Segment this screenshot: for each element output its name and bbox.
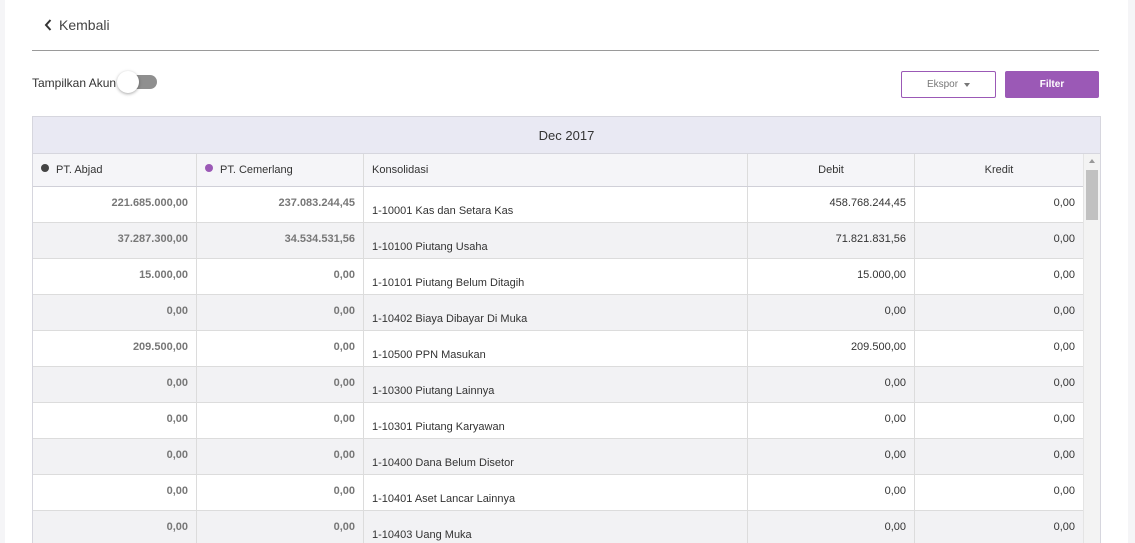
header-account: Konsolidasi bbox=[364, 154, 748, 186]
table-row: 221.685.000,00 237.083.244,45 1-10001 Ka… bbox=[33, 187, 1083, 223]
back-label: Kembali bbox=[59, 17, 110, 33]
cell-debit: 0,00 bbox=[748, 475, 915, 510]
cell-credit: 0,00 bbox=[1053, 485, 1075, 497]
cell-debit: 0,00 bbox=[748, 295, 915, 330]
cell-debit: 0,00 bbox=[748, 403, 915, 438]
export-button[interactable]: Ekspor bbox=[901, 71, 996, 98]
cell-account: 1-10403 Uang Muka bbox=[364, 511, 748, 543]
filter-label: Filter bbox=[1039, 79, 1065, 90]
filter-button[interactable]: Filter bbox=[1005, 71, 1099, 98]
back-link[interactable]: Kembali bbox=[41, 15, 110, 35]
cell-entity-2: 0,00 bbox=[197, 511, 364, 543]
cell-credit: 0,00 bbox=[1053, 341, 1075, 353]
cell-entity-1: 15.000,00 bbox=[33, 259, 197, 294]
header-credit: Kredit bbox=[984, 164, 1014, 176]
cell-credit: 0,00 bbox=[1053, 413, 1075, 425]
cell-debit: 0,00 bbox=[748, 367, 915, 402]
cell-credit: 0,00 bbox=[1053, 233, 1075, 245]
cell-entity-1: 0,00 bbox=[33, 403, 197, 438]
cell-entity-2: 237.083.244,45 bbox=[197, 187, 364, 222]
header-entity-1: PT. Abjad bbox=[33, 154, 197, 186]
entity-2-dot bbox=[205, 164, 213, 172]
cell-entity-1: 209.500,00 bbox=[33, 331, 197, 366]
caret-down-icon bbox=[964, 82, 971, 87]
period-header: Dec 2017 bbox=[33, 117, 1100, 154]
cell-credit: 0,00 bbox=[1053, 449, 1075, 461]
cell-credit: 0,00 bbox=[1053, 521, 1075, 533]
toggle-knob bbox=[117, 71, 139, 93]
cell-entity-2: 0,00 bbox=[197, 475, 364, 510]
export-label: Ekspor bbox=[926, 79, 959, 90]
cell-debit: 71.821.831,56 bbox=[748, 223, 915, 258]
cell-entity-1: 0,00 bbox=[33, 439, 197, 474]
cell-entity-1: 0,00 bbox=[33, 367, 197, 402]
cell-entity-1: 0,00 bbox=[33, 475, 197, 510]
cell-entity-2: 0,00 bbox=[197, 403, 364, 438]
cell-entity-1: 0,00 bbox=[33, 511, 197, 543]
cell-entity-2: 0,00 bbox=[197, 367, 364, 402]
cell-entity-2: 0,00 bbox=[197, 295, 364, 330]
chevron-left-icon bbox=[41, 15, 55, 35]
table-row: 0,00 0,00 1-10300 Piutang Lainnya 0,00 0… bbox=[33, 367, 1083, 403]
scrollbar-thumb[interactable] bbox=[1086, 170, 1098, 220]
cell-entity-2: 34.534.531,56 bbox=[197, 223, 364, 258]
cell-account: 1-10400 Dana Belum Disetor bbox=[364, 439, 748, 474]
cell-debit: 0,00 bbox=[748, 439, 915, 474]
header-entity-2: PT. Cemerlang bbox=[197, 154, 364, 186]
cell-credit: 0,00 bbox=[1053, 377, 1075, 389]
table-row: 15.000,00 0,00 1-10101 Piutang Belum Dit… bbox=[33, 259, 1083, 295]
table-row: 0,00 0,00 1-10401 Aset Lancar Lainnya 0,… bbox=[33, 475, 1083, 511]
toggle-label: Tampilkan Akun bbox=[32, 76, 117, 90]
cell-entity-2: 0,00 bbox=[197, 439, 364, 474]
cell-account: 1-10101 Piutang Belum Ditagih bbox=[364, 259, 748, 294]
table-row: 209.500,00 0,00 1-10500 PPN Masukan 209.… bbox=[33, 331, 1083, 367]
table-row: 0,00 0,00 1-10400 Dana Belum Disetor 0,0… bbox=[33, 439, 1083, 475]
cell-credit: 0,00 bbox=[1053, 305, 1075, 317]
cell-entity-1: 221.685.000,00 bbox=[33, 187, 197, 222]
cell-account: 1-10500 PPN Masukan bbox=[364, 331, 748, 366]
cell-account: 1-10300 Piutang Lainnya bbox=[364, 367, 748, 402]
cell-account: 1-10401 Aset Lancar Lainnya bbox=[364, 475, 748, 510]
vertical-scrollbar[interactable] bbox=[1083, 154, 1100, 543]
consolidation-table: Dec 2017 PT. Abjad PT. Cemerlang Konsoli… bbox=[32, 116, 1101, 543]
header-debit: Debit bbox=[748, 154, 915, 186]
cell-credit: 0,00 bbox=[1053, 269, 1075, 281]
header-entity-1-label: PT. Abjad bbox=[56, 164, 103, 176]
cell-entity-1: 37.287.300,00 bbox=[33, 223, 197, 258]
cell-debit: 0,00 bbox=[748, 511, 915, 543]
cell-account: 1-10100 Piutang Usaha bbox=[364, 223, 748, 258]
cell-account: 1-10001 Kas dan Setara Kas bbox=[364, 187, 748, 222]
header-divider bbox=[32, 50, 1099, 51]
cell-debit: 458.768.244,45 bbox=[748, 187, 915, 222]
entity-1-dot bbox=[41, 164, 49, 172]
cell-credit: 0,00 bbox=[1053, 197, 1075, 209]
table-row: 0,00 0,00 1-10403 Uang Muka 0,00 0,00 bbox=[33, 511, 1083, 543]
cell-entity-2: 0,00 bbox=[197, 331, 364, 366]
table-row: 37.287.300,00 34.534.531,56 1-10100 Piut… bbox=[33, 223, 1083, 259]
table-row: 0,00 0,00 1-10402 Biaya Dibayar Di Muka … bbox=[33, 295, 1083, 331]
cell-debit: 15.000,00 bbox=[748, 259, 915, 294]
table-row: 0,00 0,00 1-10301 Piutang Karyawan 0,00 … bbox=[33, 403, 1083, 439]
table-grid: PT. Abjad PT. Cemerlang Konsolidasi Debi… bbox=[33, 154, 1083, 543]
main-panel: Kembali Tampilkan Akun Ekspor Filter Dec… bbox=[5, 0, 1128, 543]
cell-entity-1: 0,00 bbox=[33, 295, 197, 330]
cell-account: 1-10402 Biaya Dibayar Di Muka bbox=[364, 295, 748, 330]
scroll-up-icon[interactable] bbox=[1089, 159, 1095, 163]
cell-account: 1-10301 Piutang Karyawan bbox=[364, 403, 748, 438]
table-header-row: PT. Abjad PT. Cemerlang Konsolidasi Debi… bbox=[33, 154, 1083, 187]
cell-debit: 209.500,00 bbox=[748, 331, 915, 366]
show-accounts-toggle[interactable] bbox=[117, 71, 159, 93]
header-entity-2-label: PT. Cemerlang bbox=[220, 164, 293, 176]
cell-entity-2: 0,00 bbox=[197, 259, 364, 294]
